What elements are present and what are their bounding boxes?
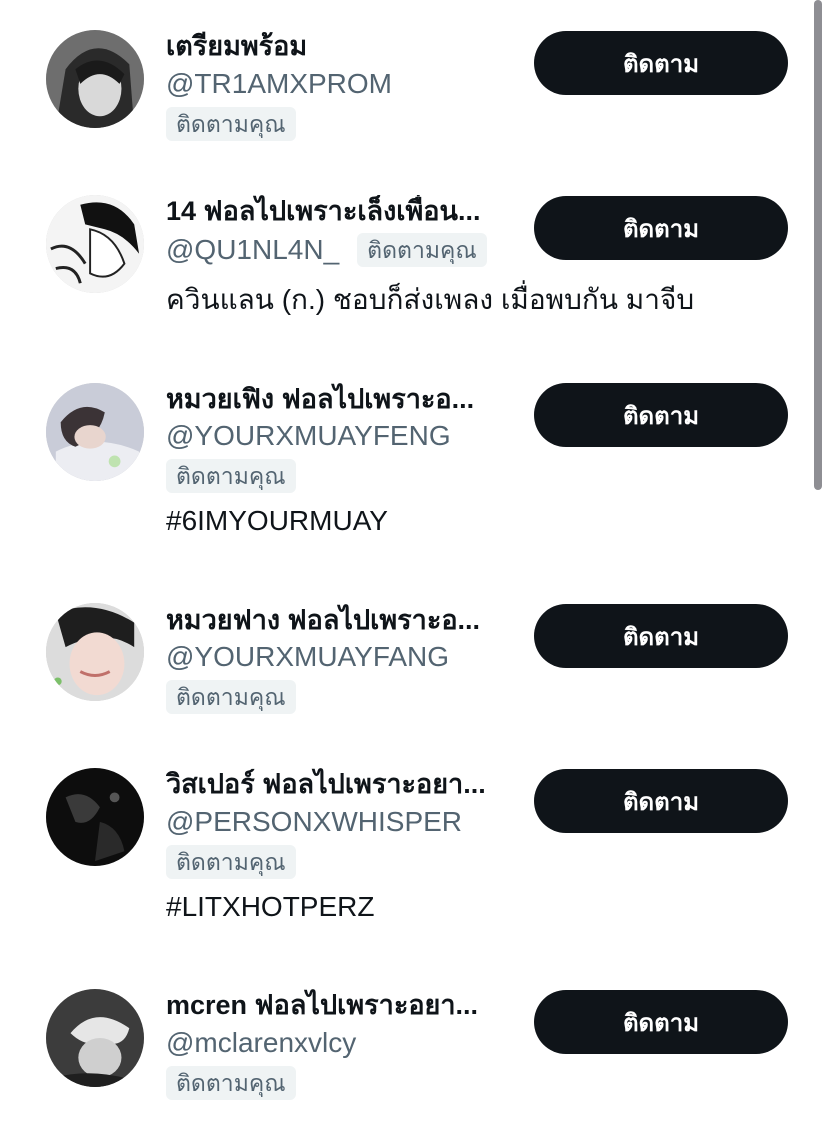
bio-text: #LITXHOTPERZ [166,891,375,922]
display-name[interactable]: หมวยฟาง ฟอลไปเพราะอ... [166,604,528,636]
display-name[interactable]: วิสเปอร์ ฟอลไปเพราะอยา... [166,768,528,800]
username-handle: @QU1NL4N_ [166,234,340,265]
follows-you-badge: ติดตามคุณ [166,459,296,493]
display-name[interactable]: 14 ฟอลไปเพราะเล็งเพื่อน... [166,195,528,227]
username-handle: @YOURXMUAYFANG [166,641,450,672]
follow-button[interactable]: ติดตาม [534,196,788,260]
follow-button[interactable]: ติดตาม [534,383,788,447]
follow-button[interactable]: ติดตาม [534,604,788,668]
display-name[interactable]: mcren ฟอลไปเพราะอยา... [166,989,528,1021]
follows-you-badge: ติดตามคุณ [166,845,296,879]
display-name[interactable]: เตรียมพร้อม [166,30,528,62]
follows-you-badge: ติดตามคุณ [357,233,487,267]
avatar[interactable] [46,195,144,293]
follows-you-badge: ติดตามคุณ [166,680,296,714]
follows-you-badge: ติดตามคุณ [166,1066,296,1100]
follow-button[interactable]: ติดตาม [534,31,788,95]
username-handle: @PERSONXWHISPER [166,806,463,837]
follow-button[interactable]: ติดตาม [534,769,788,833]
follow-button[interactable]: ติดตาม [534,990,788,1054]
avatar[interactable] [46,30,144,128]
bio-text: #6IMYOURMUAY [166,505,388,536]
avatar[interactable] [46,768,144,866]
username-handle: @TR1AMXPROM [166,68,392,99]
avatar[interactable] [46,383,144,481]
scrollbar[interactable] [814,0,822,490]
avatar[interactable] [46,603,144,701]
avatar[interactable] [46,989,144,1087]
follows-you-badge: ติดตามคุณ [166,107,296,141]
display-name[interactable]: หมวยเฟิง ฟอลไปเพราะอ... [166,383,528,415]
username-handle: @YOURXMUAYFENG [166,420,451,451]
username-handle: @mclarenxvlcy [166,1027,357,1058]
bio-text: ควินแลน (ก.) ชอบก็ส่งเพลง เมื่อพบกัน มาจ… [166,284,695,315]
